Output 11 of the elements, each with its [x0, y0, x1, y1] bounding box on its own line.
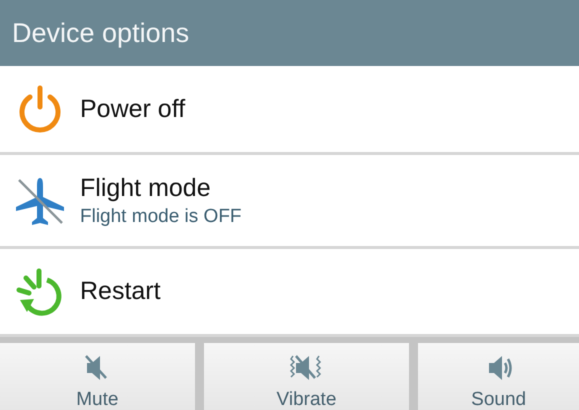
option-item[interactable]: Power off: [0, 66, 579, 155]
option-label: Flight mode: [80, 174, 212, 202]
sound-mode-button[interactable]: Vibrate: [204, 343, 410, 410]
sound-mode-button[interactable]: Mute: [0, 343, 195, 410]
speaker-vibrate-icon: [289, 353, 324, 383]
option-status: Flight mode is OFF: [80, 206, 242, 228]
option-label: Power off: [80, 94, 186, 124]
option-label: Restart: [80, 277, 161, 306]
sound-mode-button[interactable]: Sound: [418, 343, 579, 410]
option-item[interactable]: Flight mode Flight mode is OFF: [0, 155, 579, 249]
dialog-title: Device options: [12, 18, 190, 48]
